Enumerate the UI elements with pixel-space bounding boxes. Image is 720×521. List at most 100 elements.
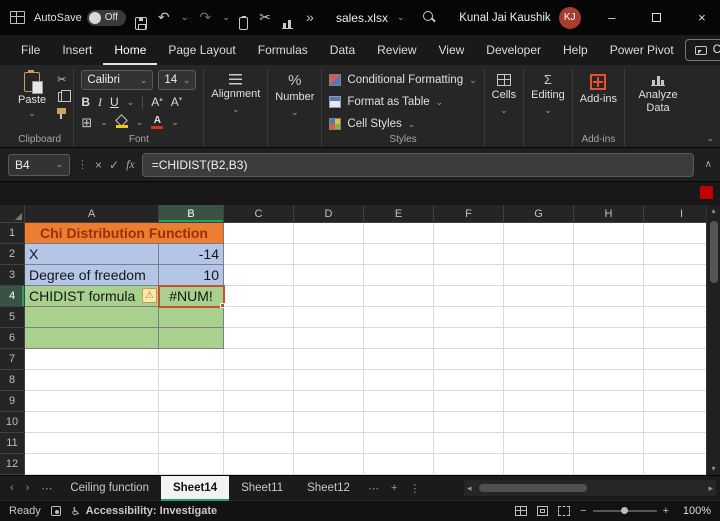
cell-H10[interactable]	[574, 412, 644, 433]
font-name-select[interactable]: Calibri ⌄	[81, 70, 154, 90]
sheet-nav-left-icon[interactable]: ‹	[4, 482, 20, 494]
scroll-up-icon[interactable]: ▴	[711, 207, 715, 215]
alignment-button[interactable]: Alignment ⌄	[211, 70, 260, 114]
cell-D5[interactable]	[294, 307, 364, 328]
cell-F5[interactable]	[434, 307, 504, 328]
cell-C12[interactable]	[224, 454, 294, 475]
comments-button[interactable]: Comments	[684, 39, 720, 61]
cell-H7[interactable]	[574, 349, 644, 370]
tab-formulas[interactable]: Formulas	[247, 35, 319, 65]
scroll-down-icon[interactable]: ▾	[711, 465, 715, 473]
addins-button[interactable]: Add-ins	[580, 70, 617, 106]
font-color-chevron-icon[interactable]: ⌄	[171, 117, 179, 128]
column-header-F[interactable]: F	[434, 205, 504, 223]
cell-F12[interactable]	[434, 454, 504, 475]
cell-G10[interactable]	[504, 412, 574, 433]
cell-A8[interactable]	[25, 370, 159, 391]
cell-D1[interactable]	[294, 223, 364, 244]
analyze-data-button[interactable]: Analyze Data	[632, 70, 684, 114]
scroll-left-icon[interactable]: ◂	[467, 483, 472, 494]
scroll-right-icon[interactable]: ▸	[708, 483, 713, 494]
cell-D7[interactable]	[294, 349, 364, 370]
cell-B8[interactable]	[159, 370, 224, 391]
copy-icon[interactable]	[57, 90, 71, 102]
cell-B3[interactable]: 10	[159, 265, 224, 286]
cell-G4[interactable]	[504, 286, 574, 307]
cell-A4[interactable]: CHIDIST formula ⚠	[25, 286, 159, 307]
cell-H4[interactable]	[574, 286, 644, 307]
tab-power-pivot[interactable]: Power Pivot	[599, 35, 685, 65]
insert-function-icon[interactable]: fx	[126, 157, 135, 172]
font-size-select[interactable]: 14 ⌄	[158, 70, 197, 90]
cell-E10[interactable]	[364, 412, 434, 433]
cell-C6[interactable]	[224, 328, 294, 349]
document-title[interactable]: sales.xlsx	[336, 11, 388, 25]
autosave-toggle[interactable]: Off	[86, 9, 126, 26]
sheet-tab-ceiling-function[interactable]: Ceiling function	[58, 476, 161, 501]
column-header-A[interactable]: A	[25, 205, 159, 223]
cell-G2[interactable]	[504, 244, 574, 265]
cell-F11[interactable]	[434, 433, 504, 454]
cell-F4[interactable]	[434, 286, 504, 307]
zoom-slider[interactable]: − +	[580, 505, 669, 517]
vertical-scrollbar[interactable]: ▴ ▾	[706, 205, 720, 475]
name-box[interactable]: B4 ⌄	[8, 153, 70, 176]
underline-button[interactable]: U	[110, 95, 119, 109]
cell-D12[interactable]	[294, 454, 364, 475]
fill-color-icon[interactable]	[115, 116, 128, 128]
normal-view-icon[interactable]	[515, 506, 528, 516]
record-macro-icon[interactable]	[50, 506, 61, 516]
formula-bar-expand-icon[interactable]: ∧	[705, 159, 712, 170]
cell-G6[interactable]	[504, 328, 574, 349]
sheet-list-icon[interactable]: ⋯	[35, 482, 58, 495]
cell-F6[interactable]	[434, 328, 504, 349]
tab-review[interactable]: Review	[366, 35, 427, 65]
page-layout-view-icon[interactable]	[537, 506, 549, 516]
tab-view[interactable]: View	[428, 35, 476, 65]
cell-H1[interactable]	[574, 223, 644, 244]
cell-D9[interactable]	[294, 391, 364, 412]
cell-H8[interactable]	[574, 370, 644, 391]
format-painter-icon[interactable]	[57, 108, 67, 119]
cell-F7[interactable]	[434, 349, 504, 370]
save-icon[interactable]	[134, 16, 147, 30]
tab-home[interactable]: Home	[103, 35, 157, 65]
cell-B12[interactable]	[159, 454, 224, 475]
redo-icon[interactable]: ↷	[197, 0, 213, 35]
cancel-icon[interactable]: ×	[95, 158, 102, 172]
formula-input[interactable]: =CHIDIST(B2,B3)	[141, 152, 694, 177]
cell-G8[interactable]	[504, 370, 574, 391]
cut-icon[interactable]: ✂	[257, 0, 273, 35]
cell-F10[interactable]	[434, 412, 504, 433]
cell-B9[interactable]	[159, 391, 224, 412]
cell-E12[interactable]	[364, 454, 434, 475]
cell-E8[interactable]	[364, 370, 434, 391]
cell-C4[interactable]	[224, 286, 294, 307]
borders-icon[interactable]: ⊞	[81, 116, 92, 129]
row-header-1[interactable]: 1	[0, 223, 25, 244]
vertical-scroll-thumb[interactable]	[710, 221, 718, 283]
cell-styles-button[interactable]: Cell Styles ⌄	[329, 114, 415, 134]
cell-B7[interactable]	[159, 349, 224, 370]
enter-icon[interactable]: ✓	[109, 158, 119, 172]
tab-developer[interactable]: Developer	[475, 35, 552, 65]
bold-button[interactable]: B	[81, 95, 90, 109]
cell-C8[interactable]	[224, 370, 294, 391]
redo-chevron-icon[interactable]: ⌄	[222, 12, 230, 23]
cell-C9[interactable]	[224, 391, 294, 412]
cell-A9[interactable]	[25, 391, 159, 412]
cell-D2[interactable]	[294, 244, 364, 265]
tab-insert[interactable]: Insert	[51, 35, 103, 65]
row-header-11[interactable]: 11	[0, 433, 25, 454]
horizontal-scrollbar[interactable]: ◂ ▸	[464, 480, 716, 496]
cell-H2[interactable]	[574, 244, 644, 265]
undo-chevron-icon[interactable]: ⌄	[181, 12, 189, 23]
error-options-warning-icon[interactable]: ⚠	[142, 288, 157, 303]
accessibility-status[interactable]: ♿ Accessibility: Investigate	[71, 505, 217, 518]
row-header-12[interactable]: 12	[0, 454, 25, 475]
cell-C10[interactable]	[224, 412, 294, 433]
tab-data[interactable]: Data	[319, 35, 366, 65]
tab-page-layout[interactable]: Page Layout	[157, 35, 246, 65]
cell-C11[interactable]	[224, 433, 294, 454]
column-header-B[interactable]: B	[159, 205, 224, 223]
